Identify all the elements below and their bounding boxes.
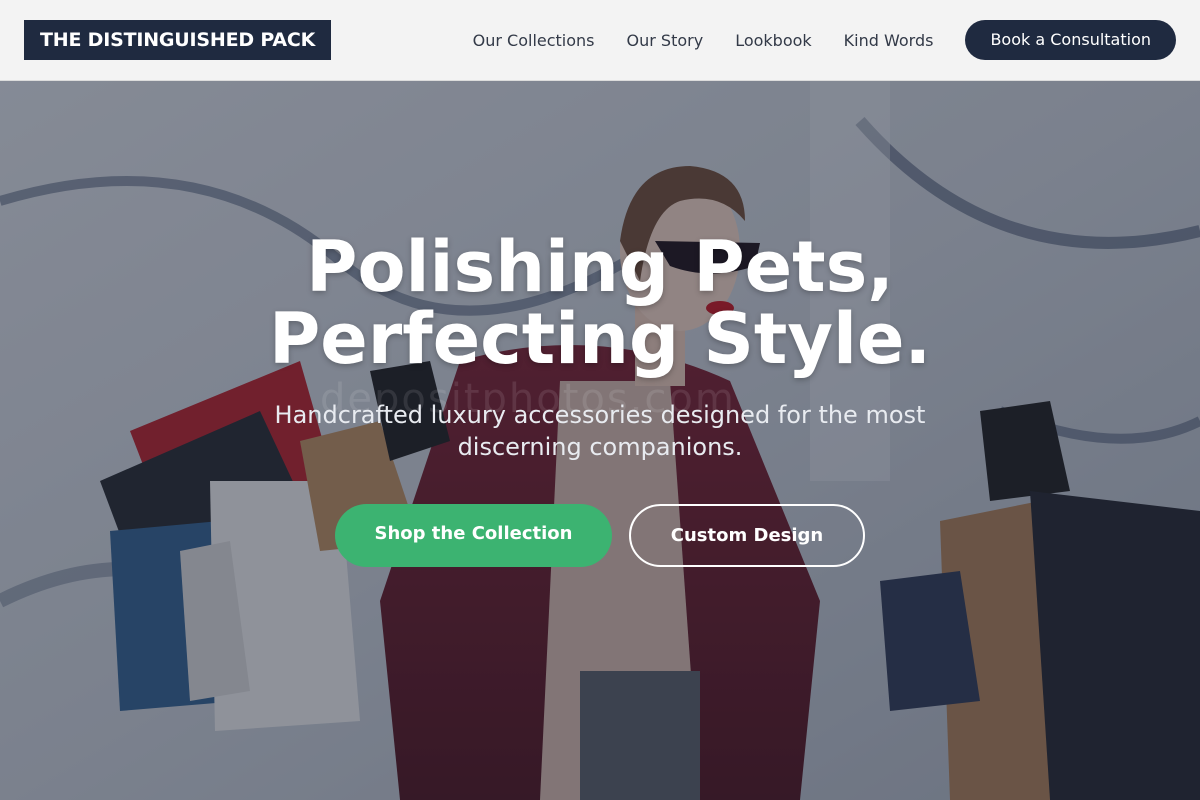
main-nav: Our Collections Our Story Lookbook Kind …: [473, 20, 1176, 60]
nav-link-lookbook[interactable]: Lookbook: [735, 31, 811, 50]
hero-title-line-1: Polishing Pets,: [306, 226, 894, 308]
book-consultation-button[interactable]: Book a Consultation: [965, 20, 1176, 60]
brand-logo[interactable]: THE DISTINGUISHED PACK: [24, 20, 332, 60]
nav-link-kind-words[interactable]: Kind Words: [844, 31, 934, 50]
hero-subtitle: Handcrafted luxury accessories designed …: [274, 401, 926, 461]
hero-section: depositphotos.com Polishing Pets, Perfec…: [0, 81, 1200, 800]
shop-collection-button[interactable]: Shop the Collection: [335, 504, 612, 567]
site-header: THE DISTINGUISHED PACK Our Collections O…: [0, 0, 1200, 81]
custom-design-button[interactable]: Custom Design: [629, 504, 865, 567]
nav-link-our-collections[interactable]: Our Collections: [473, 31, 595, 50]
nav-link-our-story[interactable]: Our Story: [627, 31, 704, 50]
hero-title: Polishing Pets, Perfecting Style.: [0, 231, 1200, 375]
hero-title-line-2: Perfecting Style.: [268, 298, 932, 380]
